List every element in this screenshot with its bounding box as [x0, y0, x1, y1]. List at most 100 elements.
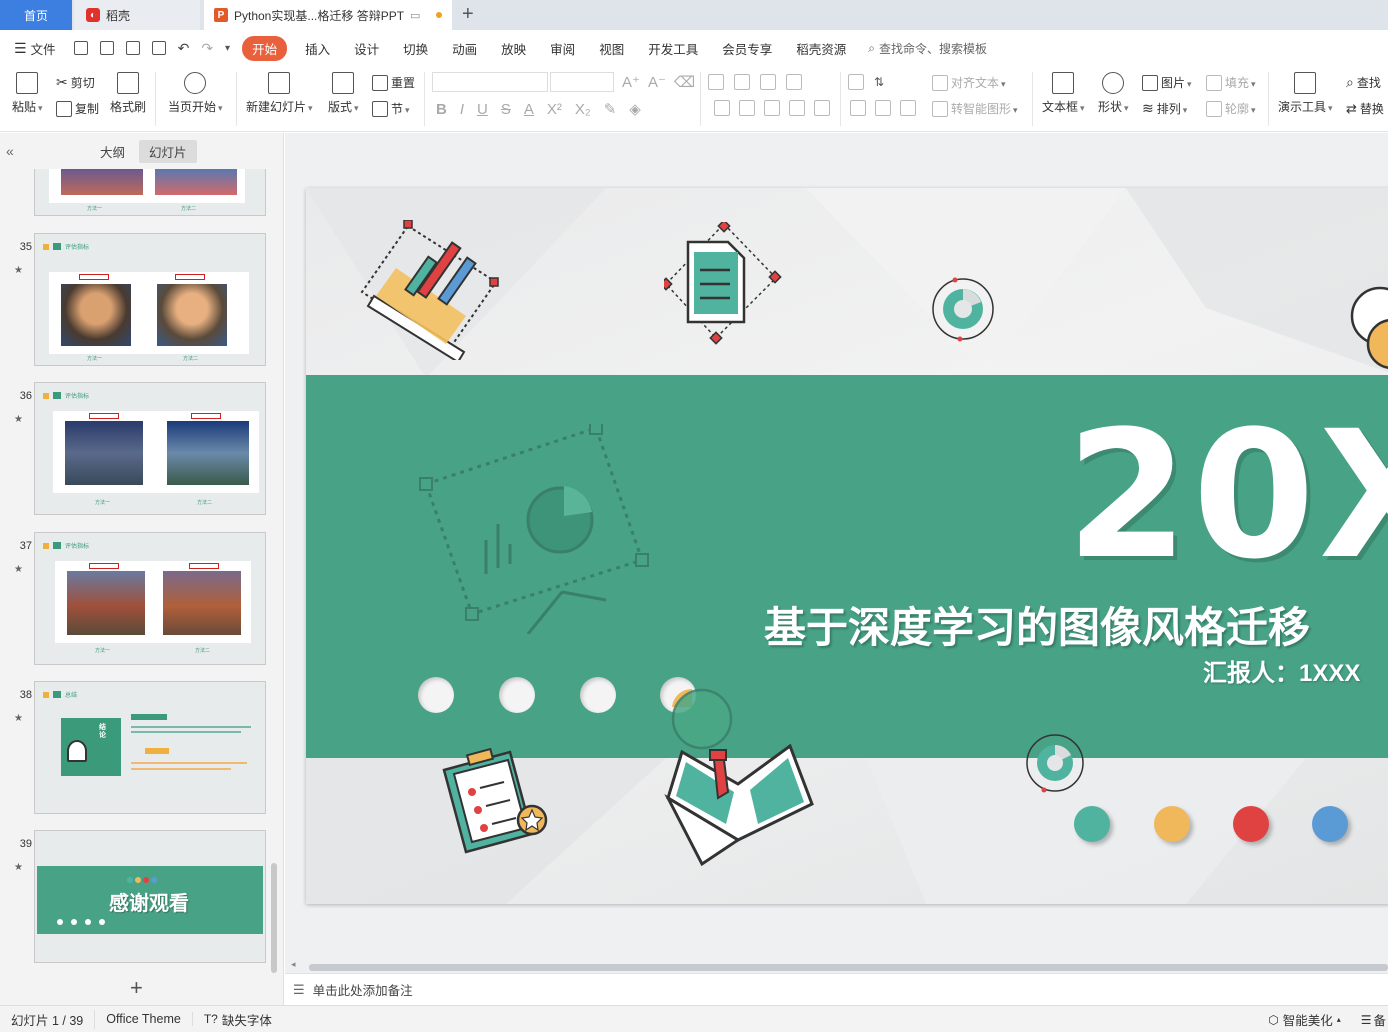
export-icon[interactable] [99, 41, 114, 55]
align-text-button[interactable]: 对齐文本 [932, 74, 1006, 91]
format-painter-button[interactable]: 格式刷 [110, 72, 146, 115]
command-search[interactable]: ⌕ 查找命令、搜索模板 [868, 40, 987, 57]
current-slide[interactable]: 20XX 基于深度学习的图像风格迁移 汇报人：1XXX [306, 188, 1388, 904]
menu-slideshow[interactable]: 放映 [489, 39, 538, 58]
sort-icon[interactable]: ⇅ [874, 75, 884, 89]
font-size-select[interactable] [550, 72, 614, 92]
shape-button[interactable]: 形状 [1098, 72, 1129, 115]
justify-icon[interactable] [789, 100, 805, 116]
bullets-icon[interactable] [708, 74, 724, 90]
add-slide-icon[interactable]: + [130, 975, 143, 1001]
fill-button[interactable]: 填充 [1206, 74, 1256, 91]
cut-button[interactable]: ✂ 剪切 [56, 74, 95, 91]
divider [840, 72, 841, 126]
italic-icon[interactable]: I [460, 101, 464, 118]
canvas-horizontal-scrollbar[interactable]: ◂ [285, 959, 1388, 973]
paste-button[interactable]: 粘贴 [12, 72, 43, 115]
tab-outline[interactable]: 大纲 [90, 140, 135, 163]
save-icon[interactable] [73, 41, 88, 55]
align-left-icon[interactable] [714, 100, 730, 116]
tab-slides[interactable]: 幻灯片 [139, 139, 197, 163]
font-name-select[interactable] [432, 72, 548, 92]
decrease-indent-icon[interactable] [760, 74, 776, 90]
tab-document[interactable]: P Python实现基...格迁移 答辩PPT ▭ [204, 0, 452, 30]
increase-indent-icon[interactable] [786, 74, 802, 90]
tab-daoke[interactable]: ◐ 稻壳 [74, 0, 200, 30]
add-tab-icon[interactable]: + [462, 3, 474, 26]
grow-font-icon[interactable]: A⁺ [622, 73, 640, 91]
superscript-icon[interactable]: X² [547, 101, 562, 118]
menu-developer[interactable]: 开发工具 [636, 39, 710, 58]
collapse-panel-icon[interactable]: « [6, 143, 14, 159]
menu-member[interactable]: 会员专享 [710, 39, 784, 58]
menu-review[interactable]: 审阅 [538, 39, 587, 58]
underline-icon[interactable]: U [477, 101, 488, 118]
find-button[interactable]: ⌕ 查找 [1346, 74, 1381, 91]
replace-button[interactable]: ⇄ 替换 [1346, 100, 1384, 117]
slide-thumbnail-37[interactable]: 评估指标 方法一 方法二 [34, 532, 266, 665]
eraser-icon[interactable]: ⌫ [674, 73, 695, 91]
redo-icon[interactable]: ↷ [201, 40, 213, 57]
slide-thumbnail-36[interactable]: 评估指标 方法一 方法二 [34, 382, 266, 515]
column-icon[interactable] [900, 100, 916, 116]
bold-icon[interactable]: B [436, 101, 447, 118]
copy-button[interactable]: 复制 [56, 100, 99, 117]
font-color-icon[interactable]: A [524, 101, 534, 118]
new-slide-button[interactable]: 新建幻灯片 [246, 72, 313, 115]
menu-design[interactable]: 设计 [342, 39, 391, 58]
para-spacing-icon[interactable] [875, 100, 891, 116]
print-icon[interactable] [125, 41, 140, 55]
quick-access-more-icon[interactable]: ▾ [225, 43, 230, 54]
undo-icon[interactable]: ↶ [178, 40, 190, 57]
scrollbar-thumb[interactable] [309, 964, 1388, 971]
slide-thumbnail-35[interactable]: 评估指标 方法一 方法二 [34, 233, 266, 366]
command-search-label: 查找命令、搜索模板 [878, 41, 987, 56]
thumb-caption: 方法二 [181, 206, 197, 212]
arrange-button[interactable]: ≋ 排列 [1142, 100, 1187, 117]
present-tools-icon [1294, 72, 1317, 94]
slide-thumbnail-34[interactable]: 方法一 方法二 [34, 169, 266, 216]
picture-button[interactable]: 图片 [1142, 74, 1192, 91]
print-preview-icon[interactable] [151, 41, 166, 55]
strikethrough-icon[interactable]: S [501, 101, 511, 118]
shrink-font-icon[interactable]: A⁻ [648, 73, 666, 91]
line-spacing-icon[interactable] [850, 100, 866, 116]
slide-presenter-text[interactable]: 汇报人：1XXX [1203, 653, 1360, 688]
distribute-icon[interactable] [814, 100, 830, 116]
file-menu[interactable]: ☰ 文件 [0, 39, 68, 58]
menu-transition[interactable]: 切换 [391, 39, 440, 58]
present-tools-button[interactable]: 演示工具 [1278, 72, 1333, 115]
menu-home[interactable]: 开始 [242, 35, 288, 61]
section-button[interactable]: 节 [372, 100, 410, 117]
highlight-icon[interactable]: ◈ [629, 100, 641, 118]
scroll-left-icon[interactable]: ◂ [291, 959, 296, 970]
align-center-icon[interactable] [739, 100, 755, 116]
panel-scrollbar[interactable] [271, 863, 277, 973]
menu-view[interactable]: 视图 [587, 39, 636, 58]
missing-font-button[interactable]: T? 缺失字体 [193, 1010, 283, 1029]
to-smartart-button[interactable]: 转智能图形 [932, 100, 1018, 117]
subscript-icon[interactable]: X₂ [575, 101, 591, 118]
menu-insert[interactable]: 插入 [293, 39, 342, 58]
menu-animation[interactable]: 动画 [440, 39, 489, 58]
reset-button[interactable]: 重置 [372, 74, 415, 91]
phonetic-icon[interactable]: ✎ [604, 100, 617, 118]
beautify-button[interactable]: ⬡ 智能美化 ▴ [1268, 1010, 1355, 1029]
tab-monitor-icon[interactable]: ▭ [410, 9, 420, 22]
text-direction-icon[interactable] [848, 74, 864, 90]
layout-button[interactable]: 版式 [328, 72, 359, 115]
notes-pane[interactable]: ☰ 单击此处添加备注 [285, 973, 1388, 1005]
tab-home[interactable]: 首页 [0, 0, 72, 30]
align-right-icon[interactable] [764, 100, 780, 116]
textbox-button[interactable]: 文本框 [1042, 72, 1085, 115]
slide-thumbnail-38[interactable]: 总结 结论 [34, 681, 266, 814]
notes-toggle-button[interactable]: ☰ 备 [1361, 1010, 1388, 1029]
outline-button[interactable]: 轮廓 [1206, 100, 1256, 117]
slide-thumbnail-39[interactable]: 感谢观看 [34, 830, 266, 963]
numbering-icon[interactable] [734, 74, 750, 90]
textbox-label: 文本框 [1042, 98, 1085, 115]
slide-year-text[interactable]: 20XX [1066, 408, 1388, 584]
slide-title-text[interactable]: 基于深度学习的图像风格迁移 [764, 594, 1310, 655]
play-from-current-button[interactable]: 当页开始 [168, 72, 223, 115]
menu-daoke-resources[interactable]: 稻壳资源 [784, 39, 858, 58]
